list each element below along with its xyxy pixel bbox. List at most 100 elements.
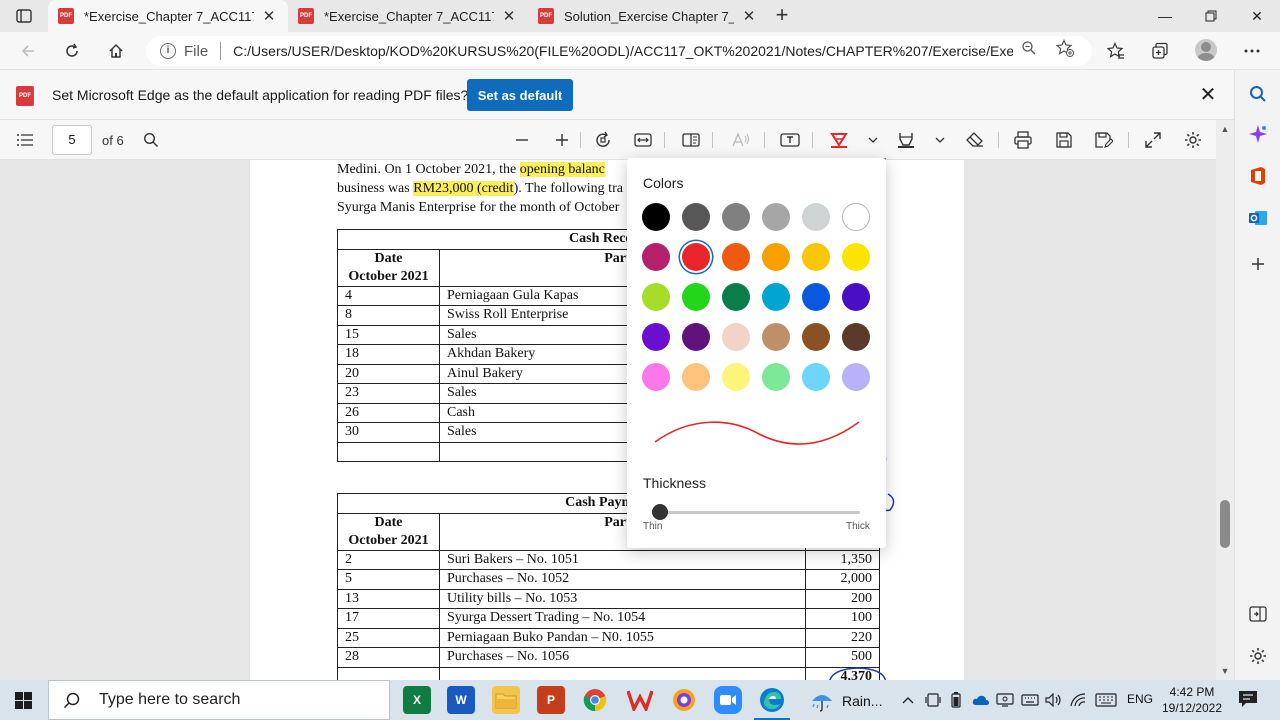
color-swatch[interactable]	[722, 203, 750, 231]
color-swatch[interactable]	[842, 203, 870, 231]
color-swatch[interactable]	[802, 323, 830, 351]
minimize-button[interactable]: —	[1142, 0, 1188, 32]
powerpoint-icon[interactable]: P	[537, 686, 565, 714]
profile-avatar[interactable]	[1195, 39, 1217, 61]
fit-width-icon[interactable]	[630, 128, 656, 152]
address-field[interactable]: i File C:/Users/USER/Desktop/KOD%20KURSU…	[146, 36, 1092, 66]
tab-close-icon[interactable]: ✕	[500, 7, 518, 25]
chrome-icon[interactable]	[581, 686, 609, 714]
save-as-icon[interactable]	[1091, 128, 1117, 152]
draw-icon[interactable]	[826, 128, 852, 152]
rotate-icon[interactable]	[590, 128, 616, 152]
save-icon[interactable]	[1051, 128, 1077, 152]
color-swatch[interactable]	[642, 283, 670, 311]
color-swatch[interactable]	[762, 283, 790, 311]
color-swatch[interactable]	[642, 363, 670, 391]
back-button[interactable]	[14, 38, 42, 64]
sidebar-discover-icon[interactable]	[1246, 122, 1270, 146]
scroll-thumb[interactable]	[1220, 500, 1230, 548]
page-number-input[interactable]: 5	[52, 125, 92, 155]
color-swatch[interactable]	[842, 283, 870, 311]
color-swatch[interactable]	[722, 243, 750, 271]
set-as-default-button[interactable]: Set as default	[467, 79, 573, 111]
zoom-icon[interactable]	[1020, 39, 1038, 57]
color-swatch[interactable]	[762, 363, 790, 391]
excel-icon[interactable]: X	[403, 686, 431, 714]
onedrive-icon[interactable]	[972, 691, 990, 709]
zoom-in-icon[interactable]	[549, 128, 575, 152]
color-swatch[interactable]	[802, 243, 830, 271]
file-explorer-icon[interactable]	[492, 686, 520, 714]
tab-close-icon[interactable]: ✕	[260, 7, 278, 25]
language-indicator[interactable]: ENG	[1127, 692, 1153, 706]
sidebar-office-icon[interactable]	[1246, 164, 1270, 188]
info-icon[interactable]: i	[160, 43, 176, 59]
colorful-app-icon[interactable]	[670, 686, 698, 714]
color-swatch[interactable]	[842, 323, 870, 351]
highlight-icon[interactable]	[893, 128, 919, 152]
color-swatch[interactable]	[722, 283, 750, 311]
touch-keyboard-icon[interactable]	[1095, 691, 1117, 709]
color-swatch[interactable]	[802, 363, 830, 391]
color-swatch[interactable]	[762, 243, 790, 271]
collections-button[interactable]	[1146, 38, 1174, 64]
settings-more-button[interactable]	[1238, 38, 1266, 64]
color-swatch[interactable]	[682, 243, 710, 271]
thickness-slider-thumb[interactable]	[652, 504, 668, 520]
display-icon[interactable]	[996, 691, 1014, 709]
sidebar-search-icon[interactable]	[1246, 82, 1270, 106]
color-swatch[interactable]	[802, 283, 830, 311]
wps-office-icon[interactable]	[626, 686, 654, 714]
eraser-icon[interactable]	[962, 128, 988, 152]
new-tab-button[interactable]: +	[770, 4, 794, 28]
notifications-icon[interactable]	[1238, 690, 1258, 708]
color-swatch[interactable]	[682, 323, 710, 351]
refresh-button[interactable]	[58, 38, 86, 64]
color-swatch[interactable]	[642, 203, 670, 231]
infobar-close-icon[interactable]: ✕	[1198, 85, 1218, 105]
thickness-slider-track[interactable]	[653, 511, 860, 514]
fullscreen-icon[interactable]	[1140, 128, 1166, 152]
word-icon[interactable]: W	[447, 686, 475, 714]
color-swatch[interactable]	[722, 323, 750, 351]
add-favorite-icon[interactable]	[1056, 39, 1074, 57]
wifi-icon[interactable]	[1069, 691, 1087, 709]
tab-solution[interactable]: PDF Solution_Exercise Chapter 7_ACC ✕	[528, 0, 768, 32]
page-view-icon[interactable]	[678, 128, 704, 152]
tab-actions-button[interactable]	[8, 4, 40, 28]
weather-widget[interactable]: Rain...	[810, 690, 882, 712]
sidebar-settings-gear-icon[interactable]	[1246, 644, 1270, 668]
close-window-button[interactable]: ✕	[1234, 0, 1280, 32]
tab-exercise-2[interactable]: PDF *Exercise_Chapter 7_ACC117.pdf ✕	[288, 0, 528, 32]
draw-options-chevron-icon[interactable]	[860, 128, 886, 152]
add-text-icon[interactable]	[777, 128, 803, 152]
color-swatch[interactable]	[842, 363, 870, 391]
color-swatch[interactable]	[722, 363, 750, 391]
find-icon[interactable]	[138, 128, 164, 152]
battery-icon[interactable]	[947, 691, 965, 709]
color-swatch[interactable]	[682, 363, 710, 391]
color-swatch[interactable]	[642, 243, 670, 271]
scroll-down-icon[interactable]: ▼	[1219, 666, 1231, 676]
highlight-options-chevron-icon[interactable]	[927, 128, 953, 152]
home-button[interactable]	[102, 38, 130, 64]
url-text[interactable]: C:/Users/USER/Desktop/KOD%20KURSUS%20(FI…	[233, 43, 1013, 59]
sidebar-outlook-icon[interactable]	[1246, 206, 1270, 230]
print-icon[interactable]	[1010, 128, 1036, 152]
show-hidden-icons-chevron[interactable]	[899, 691, 917, 709]
zoom-app-icon[interactable]	[714, 686, 742, 714]
sidebar-hide-icon[interactable]	[1246, 602, 1270, 626]
zoom-out-icon[interactable]	[509, 128, 535, 152]
taskbar-search-box[interactable]: Type here to search	[48, 680, 390, 720]
color-swatch[interactable]	[682, 283, 710, 311]
start-button[interactable]	[15, 692, 32, 709]
clock[interactable]: 4:42 PM 19/12/2022	[1160, 684, 1224, 716]
task-view-icon[interactable]	[924, 691, 942, 709]
color-swatch[interactable]	[642, 323, 670, 351]
keyboard-icon[interactable]	[1021, 691, 1039, 709]
edge-taskbar-icon[interactable]	[758, 686, 786, 714]
restore-button[interactable]	[1188, 0, 1234, 32]
tab-exercise-active[interactable]: PDF *Exercise_Chapter 7_ACC117.pdf ✕	[48, 0, 288, 32]
sidebar-add-icon[interactable]	[1246, 252, 1270, 276]
volume-icon[interactable]	[1045, 691, 1063, 709]
